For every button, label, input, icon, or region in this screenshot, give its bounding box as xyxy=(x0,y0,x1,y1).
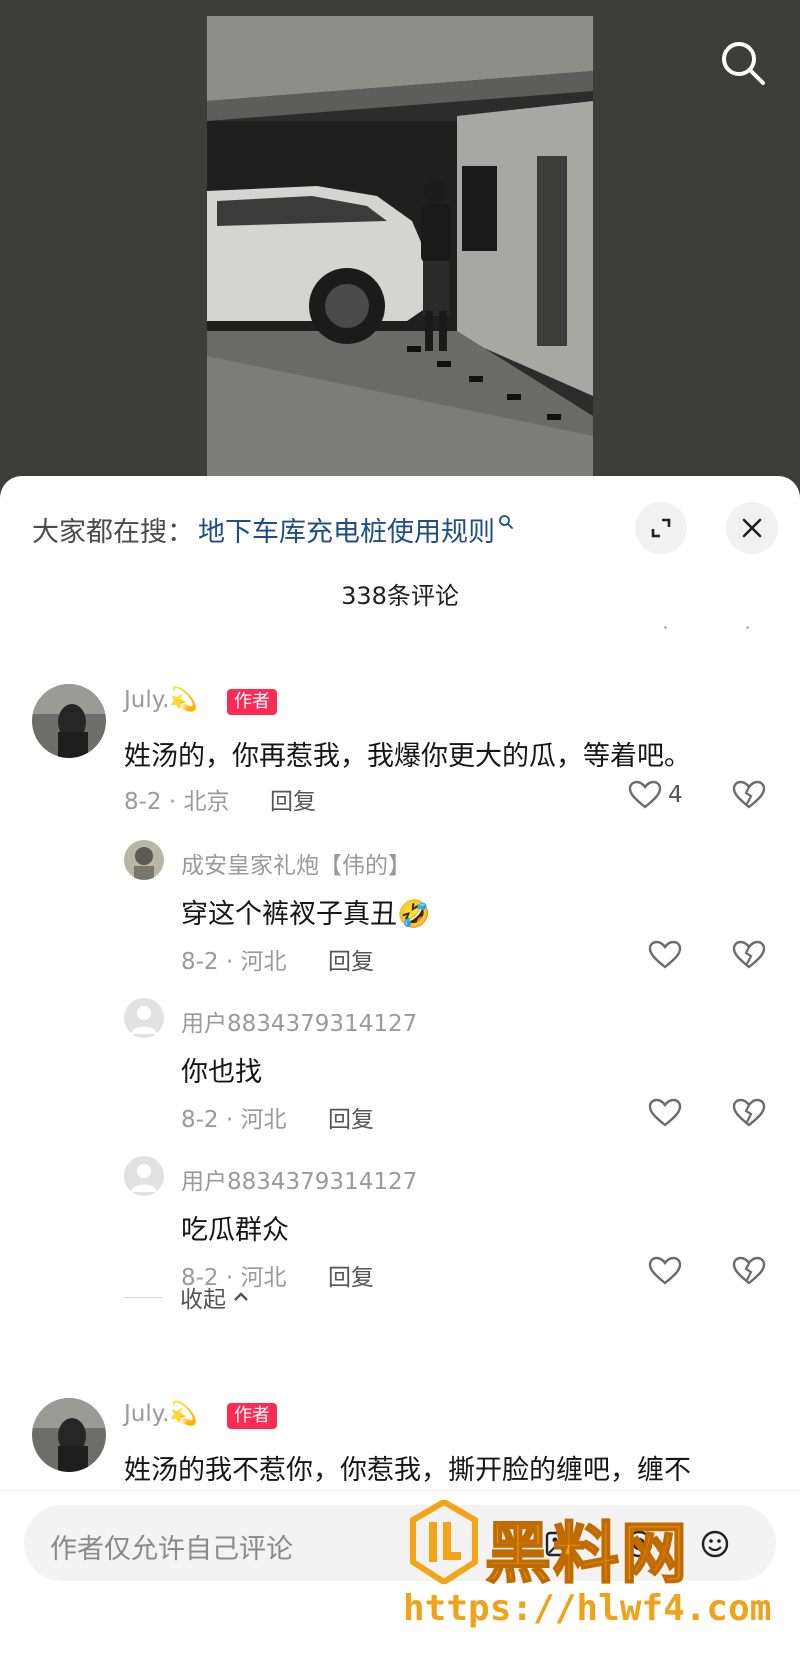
heart-icon xyxy=(648,1256,682,1285)
author-badge: 作者 xyxy=(227,689,277,715)
trending-query-link[interactable]: 地下车库充电桩使用规则 xyxy=(198,510,514,549)
dislike-button[interactable] xyxy=(732,1256,766,1290)
comments-sheet: 大家都在搜： 地下车库充电桩使用规则 338条评论 July.💫 作者 姓汤的，… xyxy=(0,476,800,1654)
expand-button[interactable] xyxy=(635,502,687,554)
watermark-logo-icon xyxy=(410,1500,478,1584)
reply-avatar[interactable] xyxy=(124,998,164,1038)
avatar[interactable] xyxy=(32,1398,106,1472)
scroll-hint-dots xyxy=(0,626,800,632)
broken-heart-icon xyxy=(732,940,766,969)
watermark-title: 黑料网 xyxy=(484,1514,689,1593)
like-button[interactable]: 4 xyxy=(628,780,683,810)
comment-text: 姓汤的，你再惹我，我爆你更大的瓜，等着吧。 xyxy=(124,741,691,772)
reply-avatar[interactable] xyxy=(124,1156,164,1196)
default-avatar-icon xyxy=(124,1156,164,1196)
trending-prefix: 大家都在搜： xyxy=(32,516,194,548)
username[interactable]: July.💫 xyxy=(124,686,198,713)
collapse-label: 收起 xyxy=(180,1287,226,1313)
reply-button[interactable]: 回复 xyxy=(328,1100,374,1134)
chevron-up-icon xyxy=(234,1292,248,1301)
watermark: 黑料网 https://hlwf4.com xyxy=(403,1500,773,1640)
broken-heart-icon xyxy=(732,1256,766,1285)
reply-button[interactable]: 回复 xyxy=(328,1258,374,1292)
like-button[interactable] xyxy=(648,940,682,970)
small-search-icon xyxy=(499,514,513,529)
reply-username[interactable]: 成安皇家礼炮【伟的】 xyxy=(181,846,411,880)
close-icon xyxy=(742,518,762,538)
garage-scene-image xyxy=(207,16,593,476)
dislike-button[interactable] xyxy=(732,1098,766,1132)
reply-button[interactable]: 回复 xyxy=(328,942,374,976)
dislike-button[interactable] xyxy=(732,940,766,974)
reply-meta: 8-2 · 河北 xyxy=(181,1107,287,1133)
search-icon[interactable] xyxy=(718,38,768,88)
dislike-button[interactable] xyxy=(732,780,766,814)
reply-button[interactable]: 回复 xyxy=(270,782,316,816)
expand-icon xyxy=(651,518,671,538)
avatar[interactable] xyxy=(32,684,106,758)
broken-heart-icon xyxy=(732,1098,766,1127)
username[interactable]: July.💫 xyxy=(124,1400,198,1427)
video-frame[interactable] xyxy=(207,16,593,476)
reply-text: 吃瓜群众 xyxy=(181,1215,289,1246)
collapse-replies-button[interactable]: 收起 xyxy=(124,1280,250,1314)
reply-text: 穿这个裤衩子真丑🤣 xyxy=(181,899,431,930)
reply-username[interactable]: 用户8834379314127 xyxy=(181,1162,417,1196)
comment-input-placeholder: 作者仅允许自己评论 xyxy=(50,1534,293,1565)
comment-count-title: 338条评论 xyxy=(341,582,459,610)
reply-meta: 8-2 · 河北 xyxy=(181,949,287,975)
heart-icon xyxy=(628,780,662,809)
comment-meta: 8-2 · 北京 xyxy=(124,789,230,815)
video-player[interactable] xyxy=(0,0,800,500)
broken-heart-icon xyxy=(732,780,766,809)
collapse-divider xyxy=(124,1296,162,1298)
heart-icon xyxy=(648,1098,682,1127)
heart-icon xyxy=(648,940,682,969)
like-count: 4 xyxy=(668,782,683,808)
reply-text: 你也找 xyxy=(181,1057,262,1088)
watermark-url: https://hlwf4.com xyxy=(403,1588,772,1629)
comment-text: 姓汤的我不惹你，你惹我，撕开脸的缠吧，缠不 xyxy=(124,1455,691,1486)
like-button[interactable] xyxy=(648,1256,682,1286)
reply-username[interactable]: 用户8834379314127 xyxy=(181,1004,417,1038)
reply-avatar[interactable] xyxy=(124,840,164,880)
trending-query-text: 地下车库充电桩使用规则 xyxy=(198,516,495,548)
trending-search[interactable]: 大家都在搜： 地下车库充电桩使用规则 xyxy=(32,506,514,552)
close-button[interactable] xyxy=(726,502,778,554)
author-badge: 作者 xyxy=(227,1403,277,1429)
like-button[interactable] xyxy=(648,1098,682,1128)
default-avatar-icon xyxy=(124,998,164,1038)
